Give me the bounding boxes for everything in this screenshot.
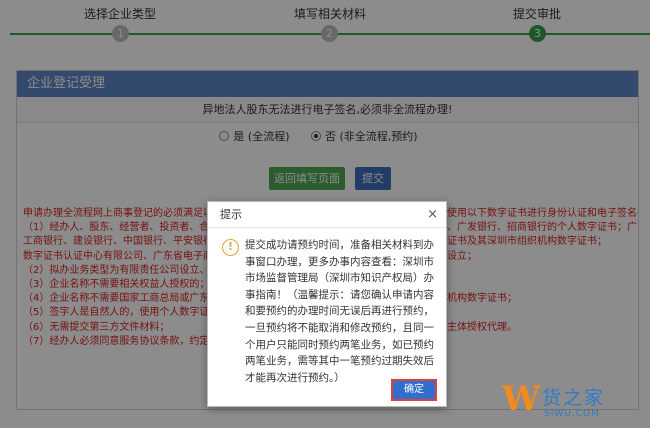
dialog-title: 提示: [220, 208, 242, 221]
dialog-message: 提交成功请预约时间，准备相关材料到办事窗口办理，更多办事内容查看：深圳市市场监督…: [245, 239, 434, 384]
prompt-dialog: 提示 × ! 提交成功请预约时间，准备相关材料到办事窗口办理，更多办事内容查看：…: [207, 201, 447, 407]
watermark-logo: W 货之家 SIWU.COM: [498, 377, 648, 427]
watermark-text: 货之家: [542, 387, 606, 409]
watermark-mark: W: [502, 379, 541, 419]
warning-icon: !: [222, 239, 239, 256]
dialog-title-bar: 提示 ×: [208, 202, 446, 228]
confirm-button[interactable]: 确定: [391, 379, 437, 401]
watermark-url: SIWU.COM: [544, 409, 600, 419]
close-icon[interactable]: ×: [427, 202, 438, 228]
